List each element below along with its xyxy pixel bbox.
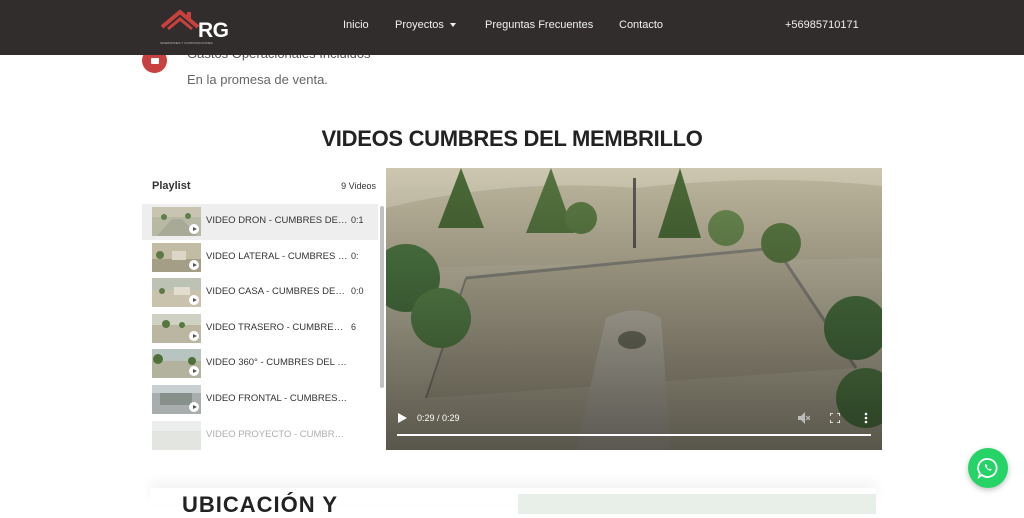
nav-inicio[interactable]: Inicio (343, 19, 369, 31)
playlist-items: VIDEO DRON - CUMBRES DEL MEMBRILLO 0:1 V… (142, 204, 386, 450)
playlist-item[interactable]: VIDEO DRON - CUMBRES DEL MEMBRILLO 0:1 (142, 204, 378, 240)
play-icon (189, 330, 199, 341)
scrollbar-thumb[interactable] (380, 206, 384, 388)
feature-description: En la promesa de venta. (187, 72, 328, 87)
video-player[interactable]: 0:29 / 0:29 (386, 168, 882, 450)
more-icon[interactable] (864, 412, 868, 424)
chevron-down-icon (449, 23, 456, 28)
video-thumbnail (152, 349, 201, 379)
play-icon (189, 224, 199, 234)
video-thumbnail (152, 242, 201, 272)
video-thumbnail (152, 278, 201, 308)
playlist-item[interactable]: VIDEO CASA - CUMBRES DEL MEMBRILLO 0:0 (142, 275, 378, 311)
whatsapp-button[interactable] (968, 448, 1008, 488)
nav-preguntas-frecuentes[interactable]: Preguntas Frecuentes (485, 19, 593, 31)
whatsapp-icon (977, 458, 998, 479)
location-section-title: UBICACIÓN Y (182, 492, 339, 517)
videos-section-title: VIDEOS CUMBRES DEL MEMBRILLO (321, 126, 703, 151)
playlist-item-duration: 0:0 (351, 286, 364, 297)
site-logo[interactable]: RG INVERSIONES Y CONSTRUCCIONES (160, 9, 232, 47)
playlist-count: 9 Videos (341, 181, 376, 191)
logo-text: RG (198, 19, 229, 42)
play-icon (189, 259, 199, 270)
video-progress-bar[interactable] (397, 434, 871, 436)
video-thumbnail (152, 313, 201, 343)
playlist-item-title: VIDEO TRASERO - CUMBRES DEL MEMBRILLO (206, 321, 348, 333)
video-thumbnail (152, 384, 201, 414)
play-icon (189, 401, 199, 412)
fullscreen-icon[interactable] (830, 413, 840, 423)
play-icon[interactable] (398, 413, 407, 423)
video-frame (386, 168, 882, 450)
nav-proyectos-label: Proyectos (395, 19, 444, 31)
location-map[interactable] (518, 494, 876, 514)
playlist-item[interactable]: VIDEO FRONTAL - CUMBRES DEL MEMBRILLO (142, 382, 378, 418)
playlist-item-duration: 0:1 (351, 215, 364, 225)
playlist-item[interactable]: VIDEO TRASERO - CUMBRES DEL MEMBRILLO 6 (142, 311, 378, 347)
playlist-item-title: VIDEO CASA - CUMBRES DEL MEMBRILLO (206, 286, 348, 298)
header-phone[interactable]: +56985710171 (785, 19, 859, 31)
video-playlist: Playlist 9 Videos VIDEO DRON - CUMBRES D… (142, 168, 386, 450)
playlist-item-title: VIDEO DRON - CUMBRES DEL MEMBRILLO (206, 215, 348, 226)
video-thumbnail (152, 420, 201, 450)
playlist-item-title: VIDEO PROYECTO - CUMBRES DEL MEMBRILLO (206, 428, 348, 440)
house-roof-icon (160, 9, 200, 31)
site-header: RG INVERSIONES Y CONSTRUCCIONES Inicio P… (0, 0, 1024, 55)
video-thumbnail (152, 207, 201, 236)
playlist-item-title: VIDEO LATERAL - CUMBRES DEL MEMBRILLO (206, 250, 348, 262)
video-time: 0:29 / 0:29 (417, 413, 460, 423)
playlist-item[interactable]: VIDEO PROYECTO - CUMBRES DEL MEMBRILLO (142, 418, 378, 450)
playlist-item[interactable]: VIDEO LATERAL - CUMBRES DEL MEMBRILLO 0: (142, 240, 378, 276)
playlist-item-title: VIDEO FRONTAL - CUMBRES DEL MEMBRILLO (206, 392, 348, 404)
playlist-item-title: VIDEO 360° - CUMBRES DEL MEMBRILLO (206, 357, 348, 369)
logo-tagline: INVERSIONES Y CONSTRUCCIONES (160, 41, 213, 45)
nav-proyectos[interactable]: Proyectos (395, 19, 456, 31)
playlist-item[interactable]: VIDEO 360° - CUMBRES DEL MEMBRILLO (142, 346, 378, 382)
nav-contacto[interactable]: Contacto (619, 19, 663, 31)
playlist-item-duration: 6 (351, 321, 357, 332)
playlist-scrollbar[interactable] (378, 204, 386, 450)
playlist-heading: Playlist (152, 180, 191, 192)
mute-icon[interactable] (798, 412, 810, 424)
playlist-item-duration: 0: (351, 250, 359, 261)
